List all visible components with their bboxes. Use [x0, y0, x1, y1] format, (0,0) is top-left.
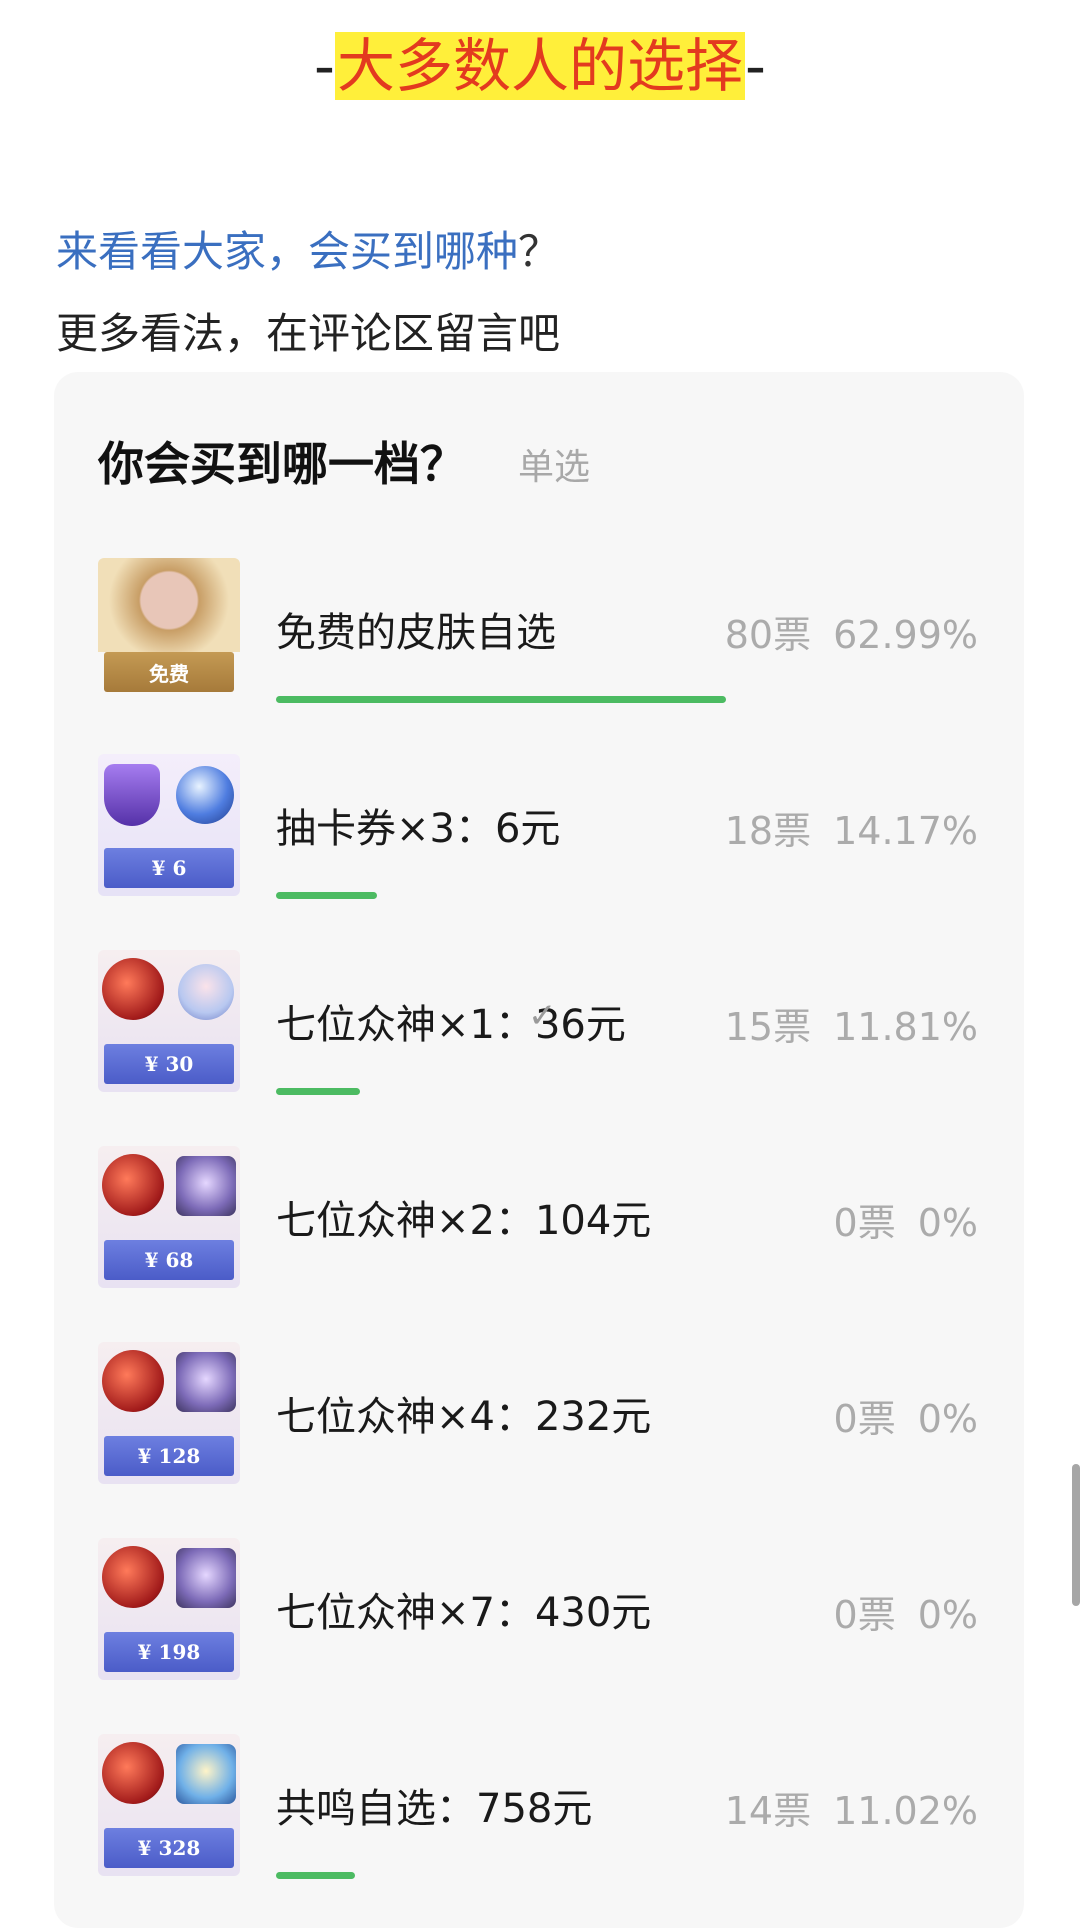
option-result-bar [276, 696, 726, 703]
armored-helmet-icon [176, 1548, 236, 1608]
option-label: 七位众神×2：104元 [276, 1198, 652, 1244]
poll-title: 你会买到哪一档？ [98, 437, 466, 491]
thumbnail-price-tag: ¥ 128 [104, 1436, 234, 1476]
poll-option-seven-gods-x1[interactable]: ¥ 30 七位众神×1：36元 ✓ 15票 11.81% [98, 950, 978, 1100]
heading-title: 大多数人的选择 [334, 32, 745, 100]
thumbnail-price-tag: ¥ 328 [104, 1828, 234, 1868]
option-percent: 14.17% [833, 809, 978, 853]
poll-option-resonance-pick[interactable]: ¥ 328 共鸣自选：758元 14票 11.02% [98, 1734, 978, 1884]
option-thumbnail: ¥ 128 [98, 1342, 240, 1484]
armored-helmet-icon [176, 1352, 236, 1412]
option-stats: 0票 0% [834, 1584, 978, 1639]
option-label: 七位众神×1：36元 [276, 1002, 626, 1048]
intro-link-text[interactable]: 来看看大家，会买到哪种 [56, 227, 518, 276]
poll-option-free-skin[interactable]: 免费 免费的皮肤自选 80票 62.99% [98, 558, 978, 708]
option-thumbnail: ¥ 6 [98, 754, 240, 896]
skin-card-art-icon [98, 558, 240, 652]
option-votes: 80票 [724, 613, 812, 657]
fire-castle-icon [102, 1742, 164, 1804]
option-result-bar [276, 1872, 355, 1879]
option-label: 免费的皮肤自选 [276, 610, 556, 656]
golden-helmet-icon [176, 1744, 236, 1804]
option-stats: 15票 11.81% [725, 996, 978, 1051]
option-stats: 14票 11.02% [725, 1780, 978, 1835]
fire-castle-icon [102, 1350, 164, 1412]
poll-option-seven-gods-x4[interactable]: ¥ 128 七位众神×4：232元 0票 0% [98, 1342, 978, 1492]
option-votes: 0票 [833, 1397, 896, 1441]
armored-helmet-icon [176, 1156, 236, 1216]
selected-check-icon: ✓ [528, 996, 557, 1036]
thumbnail-price-tag: ¥ 6 [104, 848, 234, 888]
option-label: 七位众神×4：232元 [276, 1394, 652, 1440]
option-label: 共鸣自选：758元 [276, 1786, 593, 1832]
option-thumbnail: ¥ 30 [98, 950, 240, 1092]
option-result-bar [276, 892, 377, 899]
option-stats: 18票 14.17% [725, 800, 978, 855]
poll-type-badge: 单选 [518, 447, 591, 488]
option-percent: 11.81% [833, 1005, 978, 1049]
fire-castle-icon [102, 958, 164, 1020]
thumbnail-price-tag: ¥ 198 [104, 1632, 234, 1672]
option-thumbnail: ¥ 328 [98, 1734, 240, 1876]
poll-card: 你会买到哪一档？ 单选 免费 免费的皮肤自选 80票 62.99% ¥ 6 抽卡券… [54, 372, 1024, 1928]
option-label: 七位众神×7：430元 [276, 1590, 652, 1636]
diamond-gem-icon [176, 766, 234, 824]
option-stats: 0票 0% [834, 1388, 978, 1443]
thumbnail-price-tag: ¥ 68 [104, 1240, 234, 1280]
poll-option-seven-gods-x7[interactable]: ¥ 198 七位众神×7：430元 0票 0% [98, 1538, 978, 1688]
option-votes: 0票 [833, 1593, 896, 1637]
option-percent: 0% [917, 1593, 978, 1637]
option-percent: 62.99% [833, 613, 978, 657]
option-result-bar [276, 1088, 360, 1095]
option-thumbnail: ¥ 68 [98, 1146, 240, 1288]
heading-dash-right: - [745, 32, 766, 100]
thumbnail-price-tag: ¥ 30 [104, 1044, 234, 1084]
intro-line-1: 来看看大家，会买到哪种？ [56, 218, 560, 279]
scrollbar-thumb[interactable] [1072, 1464, 1080, 1606]
intro-line-2: 更多看法，在评论区留言吧 [56, 309, 561, 358]
thumbnail-price-tag: 免费 [104, 652, 234, 692]
option-percent: 0% [917, 1201, 978, 1245]
option-percent: 0% [917, 1397, 978, 1441]
option-percent: 11.02% [833, 1789, 978, 1833]
fire-castle-icon [102, 1154, 164, 1216]
option-votes: 15票 [724, 1005, 812, 1049]
intro-question-mark: ？ [518, 227, 561, 276]
fire-castle-icon [102, 1546, 164, 1608]
poll-option-seven-gods-x2[interactable]: ¥ 68 七位众神×2：104元 0票 0% [98, 1146, 978, 1296]
option-votes: 0票 [833, 1201, 896, 1245]
section-heading: -大多数人的选择- [0, 24, 1080, 108]
option-label: 抽卡券×3：6元 [276, 806, 561, 852]
poll-option-draw-tickets[interactable]: ¥ 6 抽卡券×3：6元 18票 14.17% [98, 754, 978, 904]
option-stats: 80票 62.99% [725, 604, 978, 659]
option-thumbnail: ¥ 198 [98, 1538, 240, 1680]
heroine-portrait-icon [178, 964, 234, 1020]
option-stats: 0票 0% [834, 1192, 978, 1247]
ticket-shield-icon [104, 764, 160, 826]
option-votes: 14票 [724, 1789, 812, 1833]
heading-dash-left: - [314, 32, 335, 100]
option-thumbnail: 免费 [98, 558, 240, 700]
option-votes: 18票 [724, 809, 812, 853]
